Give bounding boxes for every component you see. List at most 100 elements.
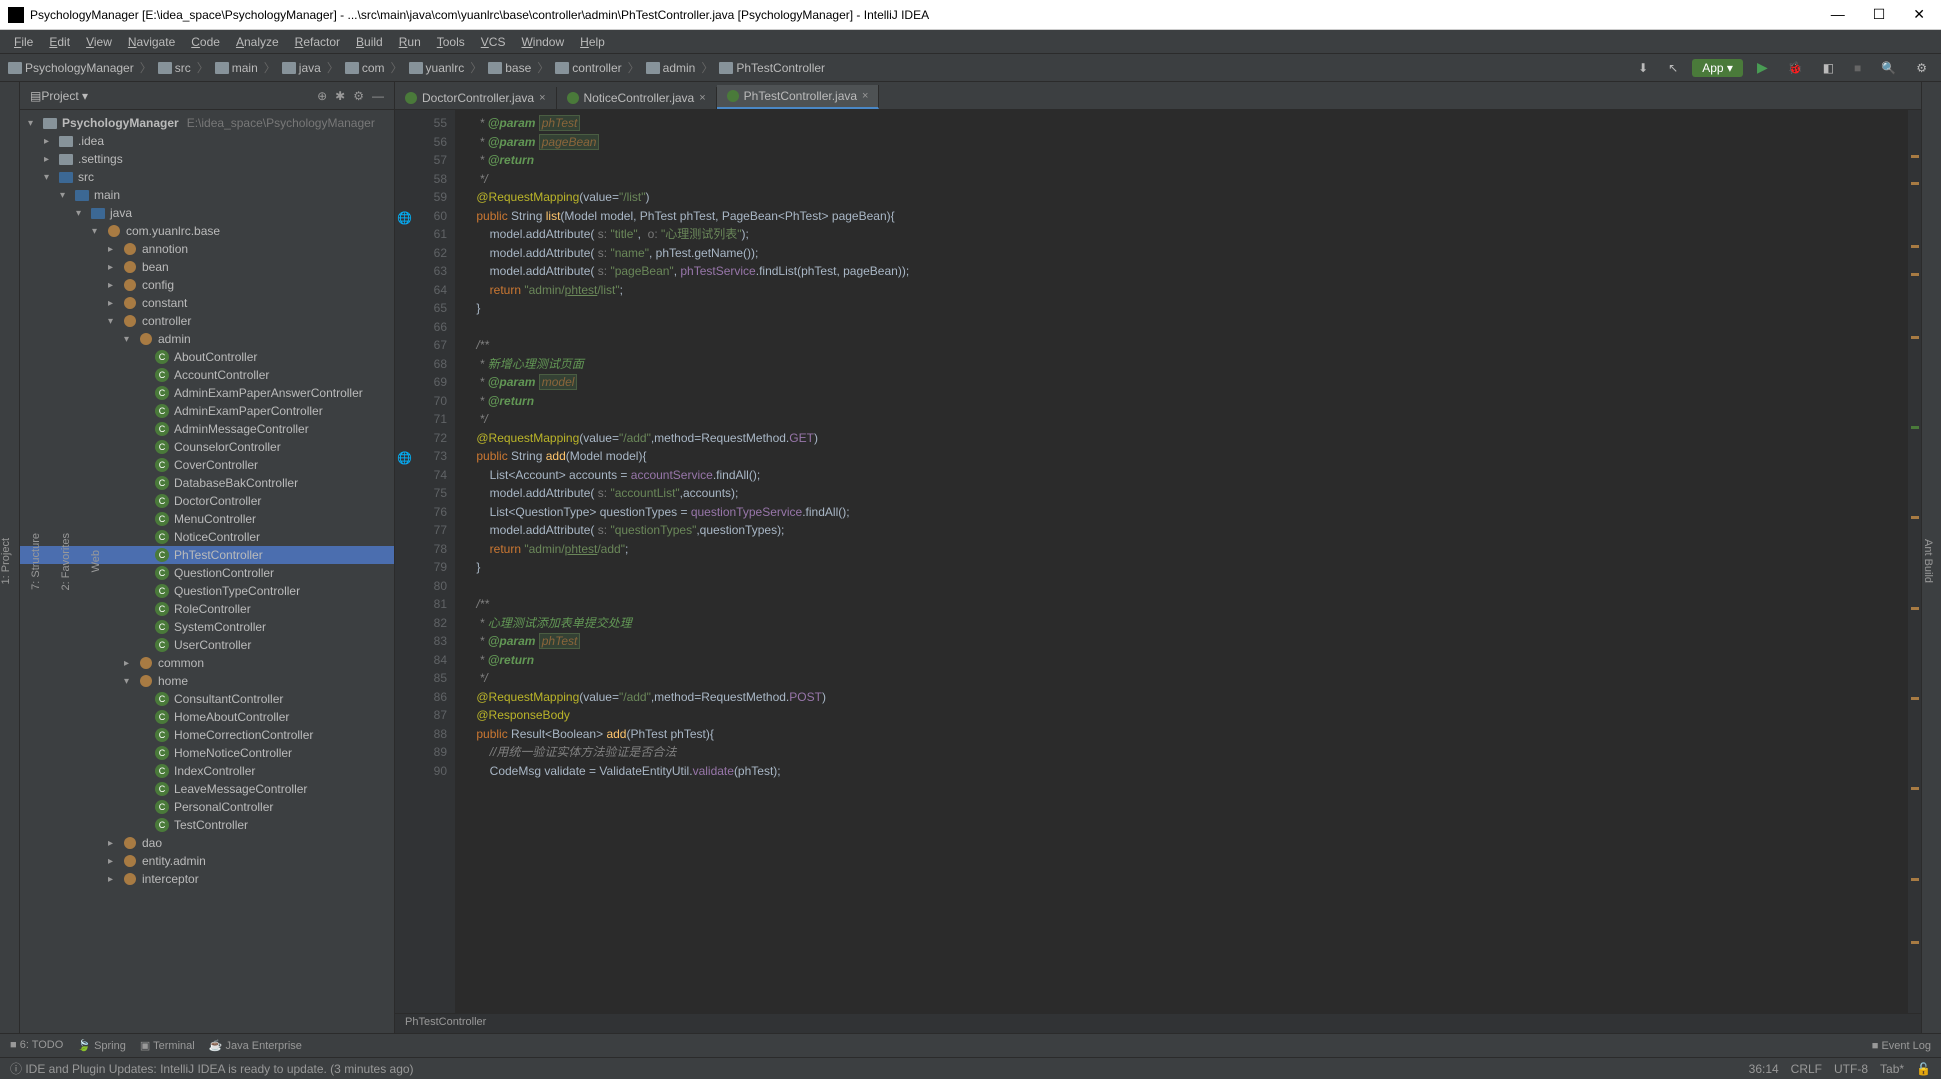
close-icon[interactable]: ×	[862, 90, 868, 102]
tree-item-home[interactable]: ▾home	[20, 672, 394, 690]
editor-breadcrumb[interactable]: PhTestController	[395, 1013, 1921, 1033]
tree-item-AccountController[interactable]: CAccountController	[20, 366, 394, 384]
tree-item-QuestionController[interactable]: CQuestionController	[20, 564, 394, 582]
tree-item-dao[interactable]: ▸dao	[20, 834, 394, 852]
tree-item-HomeCorrectionController[interactable]: CHomeCorrectionController	[20, 726, 394, 744]
code-area[interactable]: * @param phTest * @param pageBean * @ret…	[455, 110, 1907, 1013]
menu-vcs[interactable]: VCS	[475, 33, 512, 51]
tool-web[interactable]: Web	[90, 550, 102, 572]
tree-item--settings[interactable]: ▸.settings	[20, 150, 394, 168]
tree-item-NoticeController[interactable]: CNoticeController	[20, 528, 394, 546]
tree-item-DoctorController[interactable]: CDoctorController	[20, 492, 394, 510]
menu-help[interactable]: Help	[574, 33, 611, 51]
tree-item-HomeAboutController[interactable]: CHomeAboutController	[20, 708, 394, 726]
status--6-todo[interactable]: ■ 6: TODO	[10, 1039, 63, 1052]
tree-item-config[interactable]: ▸config	[20, 276, 394, 294]
close-icon[interactable]: ×	[699, 92, 705, 104]
lock-icon[interactable]: 🔓	[1916, 1062, 1931, 1076]
tree-item-SystemController[interactable]: CSystemController	[20, 618, 394, 636]
tool-ant-build[interactable]: Ant Build	[1922, 539, 1934, 583]
breadcrumb-item[interactable]: controller	[555, 61, 621, 75]
build-icon[interactable]: ⬇	[1632, 59, 1654, 77]
tree-item-AdminMessageController[interactable]: CAdminMessageController	[20, 420, 394, 438]
tool-1-project[interactable]: 1: Project	[0, 538, 12, 584]
menu-window[interactable]: Window	[515, 33, 570, 51]
target-icon[interactable]: ⊕	[317, 89, 327, 103]
menu-file[interactable]: File	[8, 33, 39, 51]
indent[interactable]: Tab*	[1880, 1062, 1904, 1076]
tab-PhTestController[interactable]: PhTestController.java×	[717, 85, 880, 109]
encoding[interactable]: UTF-8	[1834, 1062, 1868, 1076]
settings-icon[interactable]: ⚙	[353, 89, 364, 103]
menu-tools[interactable]: Tools	[431, 33, 471, 51]
maximize-button[interactable]: ☐	[1865, 4, 1894, 25]
tree-item-entity-admin[interactable]: ▸entity.admin	[20, 852, 394, 870]
menu-refactor[interactable]: Refactor	[289, 33, 346, 51]
tree-item-admin[interactable]: ▾admin	[20, 330, 394, 348]
hide-icon[interactable]: —	[372, 89, 384, 103]
tool-7-structure[interactable]: 7: Structure	[30, 533, 42, 590]
tree-item-QuestionTypeController[interactable]: CQuestionTypeController	[20, 582, 394, 600]
tree-item-AdminExamPaperAnswerController[interactable]: CAdminExamPaperAnswerController	[20, 384, 394, 402]
breadcrumb-item[interactable]: com	[345, 61, 385, 75]
breadcrumb-item[interactable]: main	[215, 61, 258, 75]
project-view-icon[interactable]: ▤	[30, 89, 41, 103]
search-icon[interactable]: 🔍	[1875, 59, 1902, 77]
tree-item-LeaveMessageController[interactable]: CLeaveMessageController	[20, 780, 394, 798]
settings-icon[interactable]: ⚙	[1910, 59, 1933, 77]
tree-item-HomeNoticeController[interactable]: CHomeNoticeController	[20, 744, 394, 762]
gutter[interactable]: 5556575859🌐60616263646566676869707172🌐73…	[395, 110, 455, 1013]
tree-item-CoverController[interactable]: CCoverController	[20, 456, 394, 474]
minimize-button[interactable]: —	[1823, 4, 1853, 25]
tree-item-DatabaseBakController[interactable]: CDatabaseBakController	[20, 474, 394, 492]
menu-edit[interactable]: Edit	[43, 33, 76, 51]
tree-item-controller[interactable]: ▾controller	[20, 312, 394, 330]
tree-item-MenuController[interactable]: CMenuController	[20, 510, 394, 528]
tree-item-AdminExamPaperController[interactable]: CAdminExamPaperController	[20, 402, 394, 420]
coverage-icon[interactable]: ◧	[1817, 59, 1840, 77]
tree-item-PersonalController[interactable]: CPersonalController	[20, 798, 394, 816]
tool-2-favorites[interactable]: 2: Favorites	[60, 533, 72, 590]
project-tree[interactable]: ▾PsychologyManagerE:\idea_space\Psycholo…	[20, 110, 394, 1033]
menu-analyze[interactable]: Analyze	[230, 33, 285, 51]
status--terminal[interactable]: ▣ Terminal	[140, 1039, 195, 1052]
tree-item-constant[interactable]: ▸constant	[20, 294, 394, 312]
breadcrumb-item[interactable]: src	[158, 61, 191, 75]
stop-icon[interactable]: ■	[1848, 59, 1867, 77]
sidebar-title[interactable]: Project ▾	[41, 89, 317, 103]
tree-root[interactable]: ▾PsychologyManagerE:\idea_space\Psycholo…	[20, 114, 394, 132]
status--java-enterprise[interactable]: ☕ Java Enterprise	[209, 1039, 302, 1052]
tree-item-IndexController[interactable]: CIndexController	[20, 762, 394, 780]
tree-item--idea[interactable]: ▸.idea	[20, 132, 394, 150]
tree-item-com-yuanlrc-base[interactable]: ▾com.yuanlrc.base	[20, 222, 394, 240]
tree-item-java[interactable]: ▾java	[20, 204, 394, 222]
tree-item-common[interactable]: ▸common	[20, 654, 394, 672]
breadcrumb-item[interactable]: yuanlrc	[409, 61, 465, 75]
breadcrumb-item[interactable]: admin	[646, 61, 696, 75]
line-sep[interactable]: CRLF	[1791, 1062, 1822, 1076]
marker-bar[interactable]	[1907, 110, 1921, 1013]
breadcrumb-item[interactable]: java	[282, 61, 321, 75]
tree-item-PhTestController[interactable]: CPhTestController	[20, 546, 394, 564]
menu-build[interactable]: Build	[350, 33, 389, 51]
collapse-icon[interactable]: ✱	[335, 89, 345, 103]
status--spring[interactable]: 🍃 Spring	[77, 1039, 126, 1052]
run-icon[interactable]: ▶	[1751, 57, 1774, 78]
menu-code[interactable]: Code	[185, 33, 226, 51]
cursor-pos[interactable]: 36:14	[1749, 1062, 1779, 1076]
tree-item-interceptor[interactable]: ▸interceptor	[20, 870, 394, 888]
tab-DoctorController[interactable]: DoctorController.java×	[395, 87, 557, 109]
tree-item-AboutController[interactable]: CAboutController	[20, 348, 394, 366]
close-icon[interactable]: ×	[539, 92, 545, 104]
tree-item-bean[interactable]: ▸bean	[20, 258, 394, 276]
run-config-dropdown[interactable]: App ▾	[1692, 59, 1743, 77]
event-log[interactable]: ■ Event Log	[1872, 1040, 1931, 1052]
tree-item-src[interactable]: ▾src	[20, 168, 394, 186]
close-button[interactable]: ✕	[1905, 4, 1933, 25]
tree-item-TestController[interactable]: CTestController	[20, 816, 394, 834]
debug-icon[interactable]: 🐞	[1782, 59, 1809, 77]
tree-item-annotion[interactable]: ▸annotion	[20, 240, 394, 258]
breadcrumb-item[interactable]: PsychologyManager	[8, 61, 134, 75]
menu-navigate[interactable]: Navigate	[122, 33, 181, 51]
tree-item-RoleController[interactable]: CRoleController	[20, 600, 394, 618]
